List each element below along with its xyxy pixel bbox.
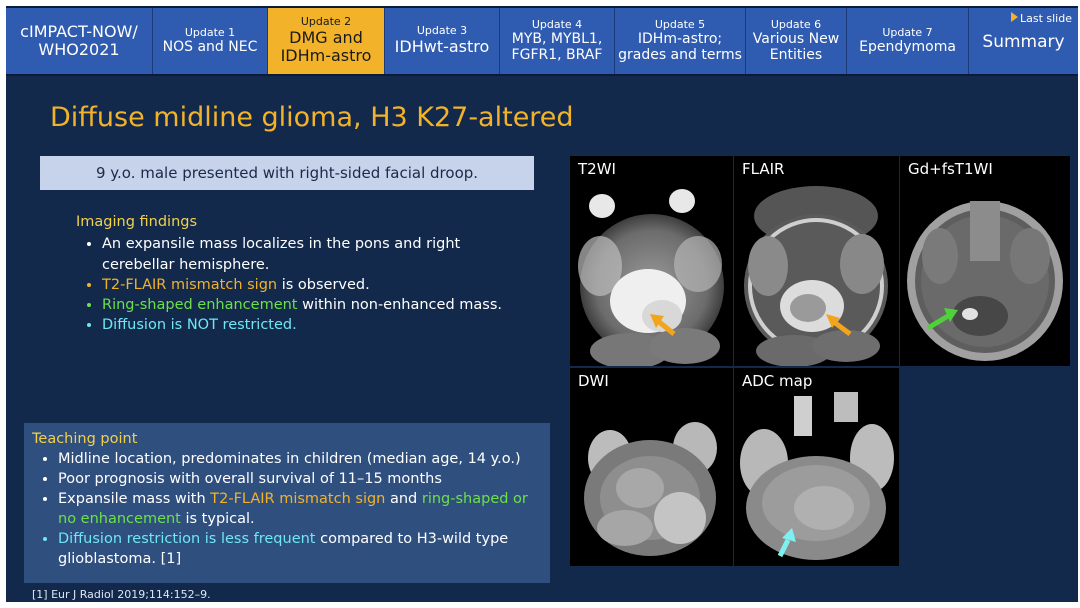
tab-update-3[interactable]: Update 3 IDHwt-astro — [385, 8, 500, 74]
teaching-text: is typical. — [180, 511, 255, 527]
mri-panel-adc-map: ADC map — [734, 368, 899, 566]
finding-highlight: Ring-shaped enhancement — [102, 297, 298, 314]
teaching-item: Poor prognosis with overall survival of … — [58, 469, 542, 489]
mri-panel-flair: FLAIR — [734, 156, 899, 366]
imaging-findings: Imaging findings An expansile mass local… — [76, 212, 536, 336]
teaching-text: Midline location, predominates in childr… — [58, 451, 521, 467]
panel-label: T2WI — [578, 160, 616, 178]
brain-scan-image — [578, 189, 724, 366]
brain-scan-image — [744, 186, 888, 366]
finding-item: Diffusion is NOT restricted. — [102, 315, 536, 335]
play-arrow-icon — [1010, 12, 1018, 22]
tab-update-2[interactable]: Update 2 DMG and IDHm-astro — [268, 8, 385, 74]
reference-citation: [1] Eur J Radiol 2019;114:152–9. — [32, 588, 211, 601]
teaching-item: Diffusion restriction is less frequent c… — [58, 529, 542, 569]
teaching-item: Midline location, predominates in childr… — [58, 449, 542, 469]
last-slide-link[interactable]: Last slide — [1010, 12, 1072, 25]
tab-title: Ependymoma — [859, 39, 956, 56]
mri-panel-dwi: DWI — [570, 368, 733, 566]
tab-number: Update 5 — [654, 17, 706, 31]
teaching-point-box: Teaching point Midline location, predomi… — [24, 423, 550, 583]
tab-update-1[interactable]: Update 1 NOS and NEC — [153, 8, 268, 74]
finding-highlight: Diffusion is NOT restricted. — [102, 317, 297, 334]
tab-title-line2: FGFR1, BRAF — [511, 47, 603, 64]
teaching-text: Expansile mass with — [58, 491, 211, 507]
top-nav-bar: cIMPACT-NOW/ WHO2021 Update 1 NOS and NE… — [6, 6, 1078, 76]
teaching-point-list: Midline location, predominates in childr… — [24, 449, 550, 569]
imaging-findings-list: An expansile mass localizes in the pons … — [76, 234, 536, 335]
slide-title: Diffuse midline glioma, H3 K27-altered — [50, 102, 574, 133]
tab-number: Update 4 — [531, 17, 583, 31]
finding-item: T2-FLAIR mismatch sign is observed. — [102, 275, 536, 295]
tab-update-5[interactable]: Update 5 IDHm-astro; grades and terms — [615, 8, 746, 74]
finding-item: An expansile mass localizes in the pons … — [102, 234, 536, 275]
slide: cIMPACT-NOW/ WHO2021 Update 1 NOS and NE… — [6, 6, 1078, 602]
tab-update-4[interactable]: Update 4 MYB, MYBL1, FGFR1, BRAF — [500, 8, 615, 74]
teaching-highlight: T2-FLAIR mismatch sign — [210, 491, 386, 507]
teaching-text: Poor prognosis with overall survival of … — [58, 471, 442, 487]
tab-number: Update 1 — [184, 25, 236, 39]
finding-text: An expansile mass localizes in the pons … — [102, 236, 461, 273]
finding-item: Ring-shaped enhancement within non-enhan… — [102, 295, 536, 315]
panel-label: FLAIR — [742, 160, 785, 178]
tab-title: IDHwt-astro — [394, 37, 490, 57]
teaching-item: Expansile mass with T2-FLAIR mismatch si… — [58, 489, 542, 529]
tab-title-line1: MYB, MYBL1, — [511, 31, 603, 48]
imaging-findings-heading: Imaging findings — [76, 214, 198, 230]
tab-title: Summary — [982, 32, 1065, 53]
tab-home-line2: WHO2021 — [38, 40, 120, 59]
finding-text: is observed. — [277, 276, 370, 293]
tab-title: NOS and NEC — [162, 39, 258, 56]
tab-number: Update 7 — [882, 25, 933, 39]
tab-title-line1: Various New — [752, 31, 840, 48]
tab-title-line1: DMG and — [289, 27, 363, 47]
tab-home-line1: cIMPACT-NOW/ — [20, 21, 138, 41]
mri-panel-gd-fst1wi: Gd+fsT1WI — [900, 156, 1070, 366]
tab-title-line1: IDHm-astro; — [637, 31, 723, 48]
brain-scan-image — [907, 201, 1063, 361]
tab-update-7[interactable]: Update 7 Ependymoma — [847, 8, 969, 74]
finding-text: within non-enhanced mass. — [297, 297, 502, 314]
brain-scan-image — [740, 392, 894, 560]
tab-title-line2: grades and terms — [618, 47, 742, 64]
tab-title-line2: Entities — [769, 47, 823, 64]
tab-title-line2: IDHm-astro — [280, 46, 372, 66]
panel-label: DWI — [578, 372, 609, 390]
teaching-text: and — [385, 491, 422, 507]
panel-label: Gd+fsT1WI — [908, 160, 993, 178]
panel-label: ADC map — [742, 372, 813, 390]
tab-cimpact-now-who2021[interactable]: cIMPACT-NOW/ WHO2021 — [6, 8, 153, 74]
finding-highlight: T2-FLAIR mismatch sign — [102, 276, 278, 293]
brain-scan-image — [584, 422, 717, 556]
tab-number: Update 6 — [770, 17, 822, 31]
teaching-highlight: Diffusion restriction is less frequent — [58, 531, 316, 547]
mri-panel-t2wi: T2WI — [570, 156, 733, 366]
case-description: 9 y.o. male presented with right-sided f… — [40, 156, 534, 190]
tab-update-6[interactable]: Update 6 Various New Entities — [746, 8, 847, 74]
last-slide-label: Last slide — [1019, 12, 1072, 25]
teaching-point-heading: Teaching point — [32, 431, 138, 447]
